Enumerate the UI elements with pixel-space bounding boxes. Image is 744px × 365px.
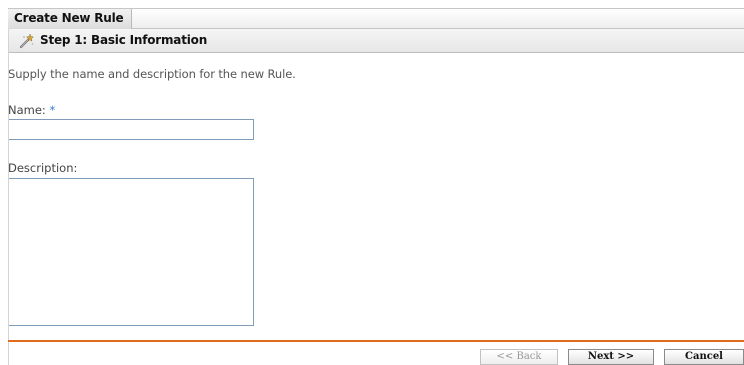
name-label: Name: * [8, 103, 55, 117]
back-button[interactable]: << Back [480, 349, 558, 365]
next-button[interactable]: Next >> [568, 349, 654, 365]
footer-divider [8, 340, 744, 342]
required-marker: * [49, 103, 56, 117]
window-title: Create New Rule [8, 9, 132, 29]
description-textarea[interactable] [8, 178, 254, 326]
create-rule-wizard: Create New Rule Step 1: Basic Informatio… [0, 0, 744, 365]
cancel-button[interactable]: Cancel [664, 349, 744, 365]
step-header: Step 1: Basic Information [8, 29, 744, 53]
content-left-border [8, 29, 9, 365]
step-title: Step 1: Basic Information [40, 33, 208, 47]
instructions-text: Supply the name and description for the … [8, 67, 296, 81]
wand-icon [18, 33, 35, 49]
name-input[interactable] [8, 119, 254, 140]
title-bar: Create New Rule [8, 8, 744, 29]
name-label-text: Name: [8, 103, 46, 117]
description-label: Description: [8, 161, 78, 175]
